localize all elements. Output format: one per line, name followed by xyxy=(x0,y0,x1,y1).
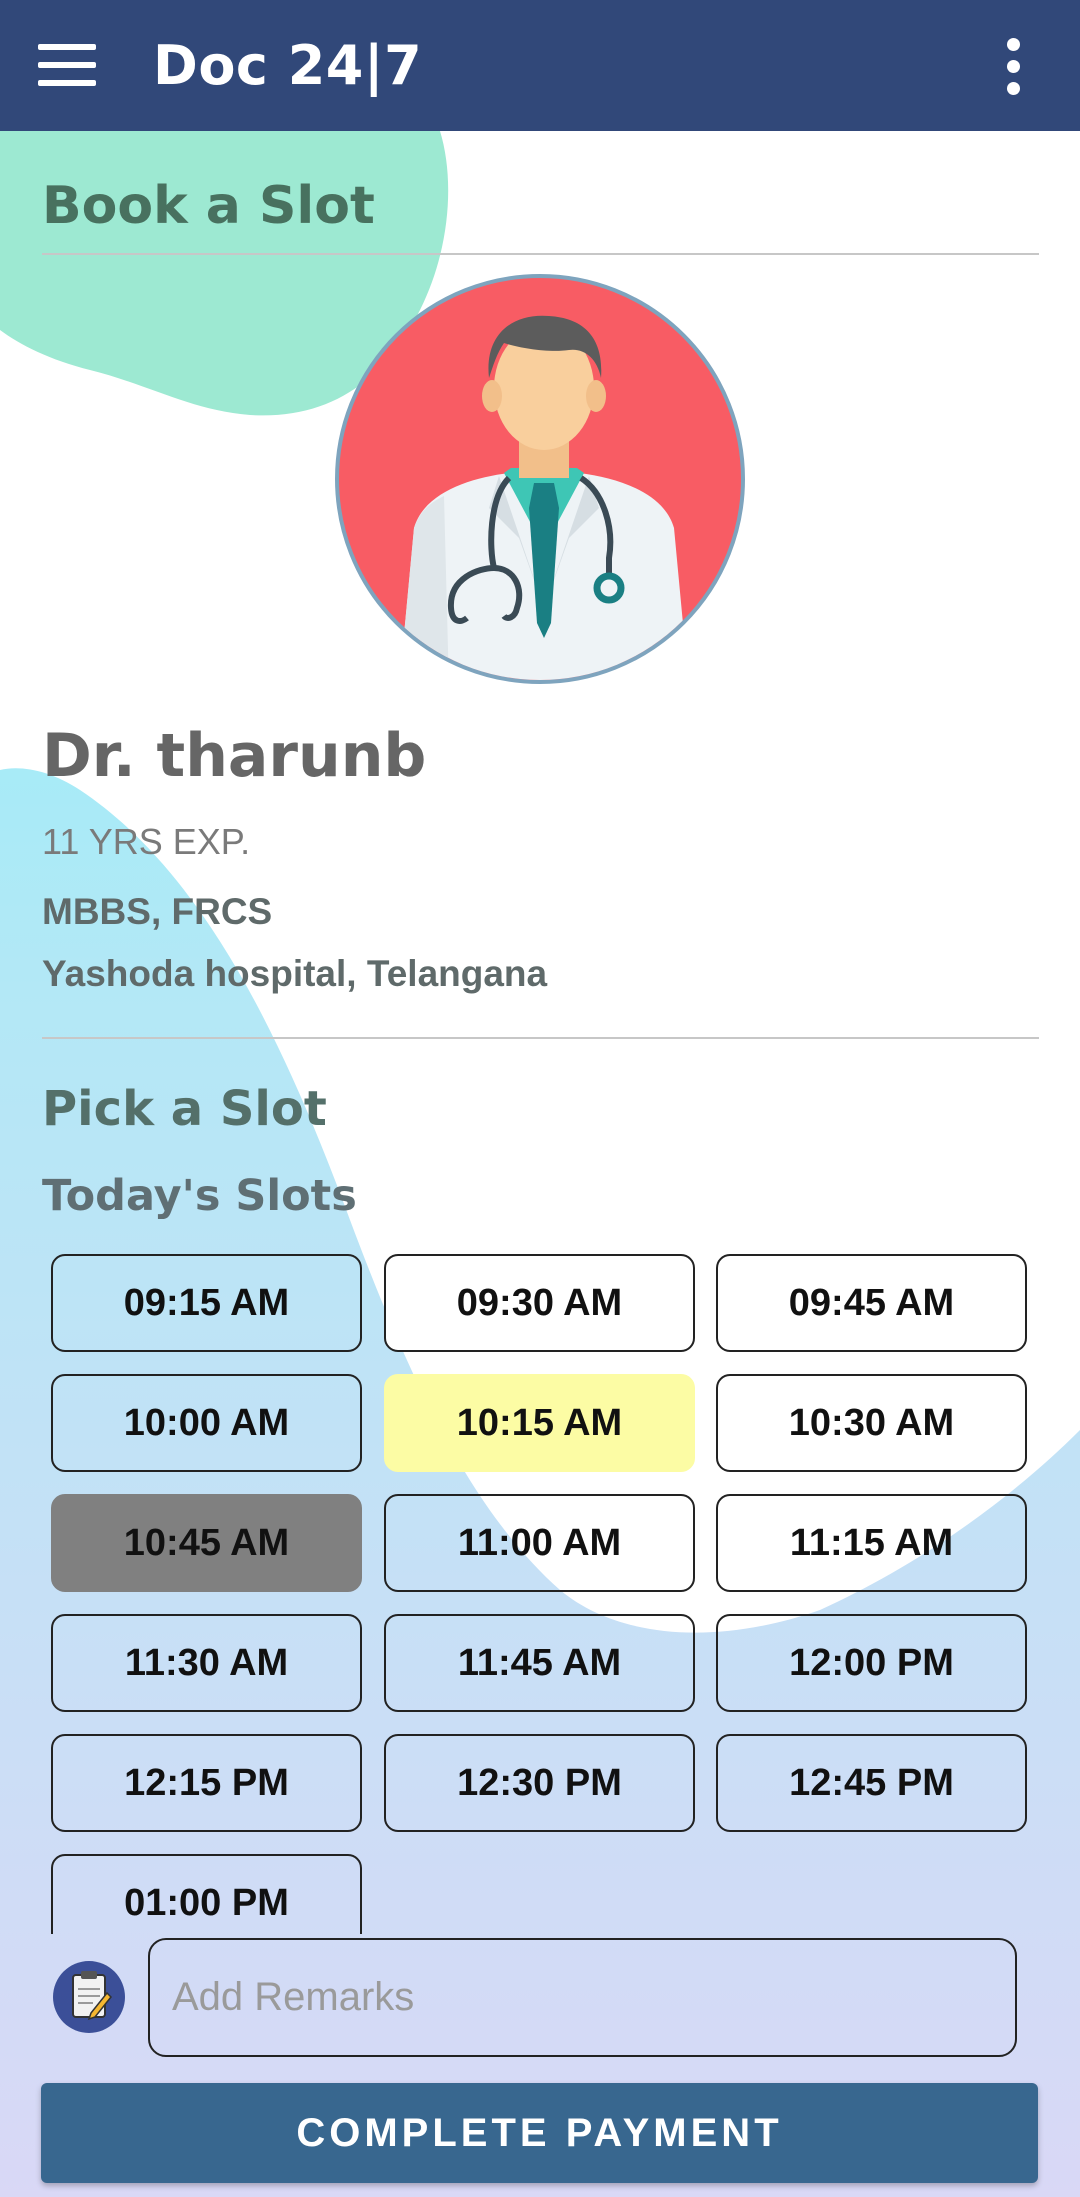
app-title: Doc 24|7 xyxy=(153,34,423,97)
slot-button[interactable]: 10:30 AM xyxy=(716,1374,1027,1472)
slot-button[interactable]: 11:15 AM xyxy=(716,1494,1027,1592)
slot-button[interactable]: 12:00 PM xyxy=(716,1614,1027,1712)
slot-button[interactable]: 10:00 AM xyxy=(51,1374,362,1472)
slot-grid: 09:15 AM 09:30 AM 09:45 AM 10:00 AM 10:1… xyxy=(0,131,1080,1934)
hamburger-menu-icon[interactable] xyxy=(38,44,96,86)
slot-button[interactable]: 12:30 PM xyxy=(384,1734,695,1832)
slot-button-selected[interactable]: 10:15 AM xyxy=(384,1374,695,1472)
slot-button[interactable]: 11:00 AM xyxy=(384,1494,695,1592)
complete-payment-button[interactable]: COMPLETE PAYMENT xyxy=(41,2083,1038,2183)
remarks-row xyxy=(0,1935,1080,2059)
slot-button[interactable]: 12:15 PM xyxy=(51,1734,362,1832)
slot-button[interactable]: 09:15 AM xyxy=(51,1254,362,1352)
more-options-icon[interactable] xyxy=(1001,38,1025,95)
slot-button[interactable]: 12:45 PM xyxy=(716,1734,1027,1832)
slot-button[interactable]: 09:45 AM xyxy=(716,1254,1027,1352)
slot-button[interactable]: 11:30 AM xyxy=(51,1614,362,1712)
slot-button[interactable]: 11:45 AM xyxy=(384,1614,695,1712)
slot-button[interactable]: 01:00 PM xyxy=(51,1854,362,1934)
slot-button-unavailable[interactable]: 10:45 AM xyxy=(51,1494,362,1592)
clipboard-icon xyxy=(53,1961,125,2033)
slot-button[interactable]: 09:30 AM xyxy=(384,1254,695,1352)
app-bar: Doc 24|7 xyxy=(0,0,1080,131)
remarks-input[interactable] xyxy=(148,1938,1017,2057)
